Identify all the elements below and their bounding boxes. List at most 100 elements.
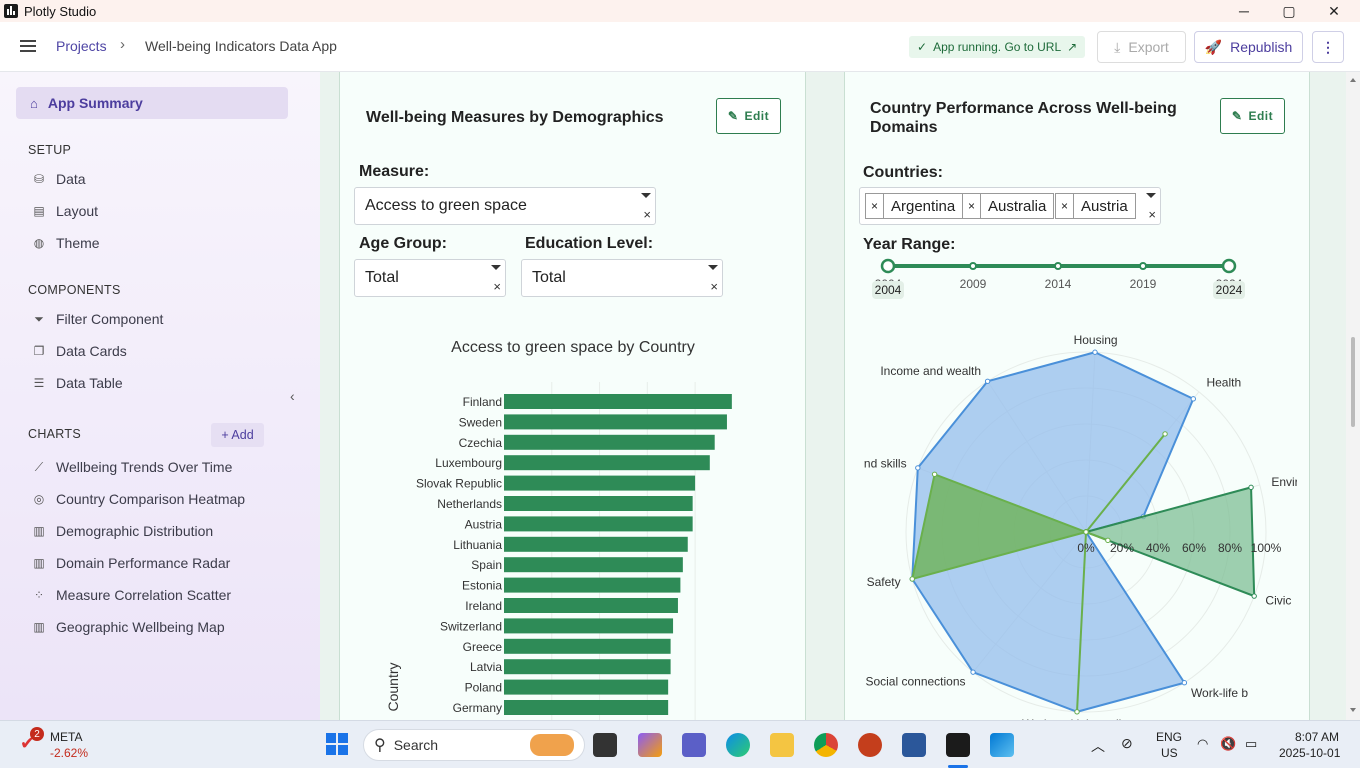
sidebar: ⌂ App Summary SETUP ⛁ Data ▤ Layout ◍ Theme… — [0, 72, 320, 720]
sidebar-item-wellbeing-trends[interactable]: ⟋ Wellbeing Trends Over Time — [32, 457, 233, 477]
copilot-icon[interactable] — [638, 733, 662, 757]
sidebar-item-theme[interactable]: ◍ Theme — [32, 233, 100, 253]
sidebar-item-layout[interactable]: ▤ Layout — [32, 201, 98, 221]
app-running-link[interactable]: ✓ App running. Go to URL ↗ — [909, 36, 1086, 58]
wifi-icon[interactable]: ◠ — [1197, 736, 1208, 752]
card-title-line: Domains — [870, 119, 938, 136]
sidebar-item-geographic-map[interactable]: ▥ Geographic Wellbeing Map — [32, 617, 224, 637]
category-label: Finland — [463, 395, 502, 409]
card-title-line: Country Performance Across Well-being — [870, 100, 1177, 117]
vertical-scrollbar[interactable] — [1346, 72, 1360, 720]
y-axis-label: Country — [385, 662, 401, 711]
plotly-studio-taskbar-icon[interactable] — [946, 733, 970, 757]
sidebar-item-country-heatmap[interactable]: ◎ Country Comparison Heatmap — [32, 489, 245, 509]
clear-icon[interactable]: × — [710, 279, 718, 294]
network-off-icon[interactable]: ⊘ — [1121, 735, 1133, 752]
export-button[interactable]: ⤓ Export — [1097, 31, 1186, 63]
windows-start-icon[interactable] — [326, 733, 348, 755]
scroll-thumb[interactable] — [1351, 337, 1355, 427]
chevron-down-icon[interactable] — [491, 265, 501, 270]
close-button[interactable]: ✕ — [1311, 0, 1357, 22]
sidebar-item-data[interactable]: ⛁ Data — [32, 169, 86, 189]
scroll-down-icon[interactable] — [1350, 708, 1356, 712]
edge-icon[interactable] — [726, 733, 750, 757]
measure-dropdown[interactable]: Access to green space × — [354, 187, 656, 225]
sidebar-item-app-summary[interactable]: ⌂ App Summary — [16, 87, 288, 119]
maximize-button[interactable]: ▢ — [1266, 0, 1312, 22]
demographics-card: Well-being Measures by Demographics ✎ Edi… — [339, 72, 806, 720]
teams-icon[interactable] — [682, 733, 706, 757]
education-level-dropdown[interactable]: Total × — [521, 259, 723, 297]
bar — [504, 475, 696, 491]
sidebar-item-domain-radar[interactable]: ▥ Domain Performance Radar — [32, 553, 230, 573]
country-chip[interactable]: × Argentina — [865, 193, 964, 219]
bar-chart-icon: ▥ — [33, 620, 45, 634]
more-options-button[interactable]: ⋮ — [1312, 31, 1344, 63]
word-icon[interactable] — [902, 733, 926, 757]
bar — [504, 700, 669, 715]
minimize-button[interactable]: ─ — [1221, 0, 1267, 22]
chip-label: Argentina — [891, 197, 956, 215]
clear-icon[interactable]: × — [493, 279, 501, 294]
chevron-down-icon[interactable] — [641, 193, 651, 198]
collapse-sidebar-icon[interactable]: ‹ — [290, 388, 295, 404]
bar — [504, 577, 681, 593]
category-label: Ireland — [465, 599, 502, 613]
category-label: Greece — [463, 640, 503, 654]
edit-button[interactable]: ✎ Edit — [716, 98, 781, 134]
file-explorer-icon[interactable] — [770, 733, 794, 757]
remove-chip-icon[interactable]: × — [866, 194, 884, 218]
breadcrumb-projects[interactable]: Projects — [56, 38, 107, 54]
radial-tick-label: 60% — [1182, 541, 1206, 555]
chevron-down-icon[interactable] — [1146, 193, 1156, 198]
clear-icon[interactable]: × — [643, 207, 651, 222]
language-primary[interactable]: ENG — [1156, 730, 1182, 744]
bar — [504, 394, 732, 409]
sidebar-item-label: Measure Correlation Scatter — [56, 587, 232, 603]
bar — [504, 516, 693, 532]
category-label: Czechia — [459, 436, 503, 450]
sidebar-item-correlation-scatter[interactable]: ⁘ Measure Correlation Scatter — [32, 585, 231, 605]
rocket-icon: 🚀 — [1204, 38, 1223, 55]
pencil-icon: ✎ — [1231, 109, 1243, 123]
country-chip[interactable]: × Australia — [962, 193, 1055, 219]
add-chart-button[interactable]: + Add — [211, 423, 264, 447]
sidebar-item-label: Data Table — [56, 375, 123, 391]
chrome-icon[interactable] — [814, 733, 838, 757]
powerpoint-icon[interactable] — [858, 733, 882, 757]
sidebar-item-data-table[interactable]: ☰ Data Table — [32, 373, 123, 393]
country-chip[interactable]: × Austria — [1055, 193, 1136, 219]
menu-icon[interactable] — [20, 40, 36, 52]
age-group-dropdown[interactable]: Total × — [354, 259, 506, 297]
clock-time[interactable]: 8:07 AM — [1295, 730, 1339, 744]
clock-date[interactable]: 2025-10-01 — [1279, 746, 1340, 760]
sidebar-item-filter-component[interactable]: ⏷ Filter Component — [32, 309, 163, 329]
sidebar-item-demographic-distribution[interactable]: ▥ Demographic Distribution — [32, 521, 213, 541]
slider-end-handle[interactable] — [1221, 258, 1237, 274]
radar-point — [915, 465, 921, 471]
slider-start-handle[interactable] — [880, 258, 896, 274]
photos-icon[interactable] — [990, 733, 1014, 757]
pencil-icon: ✎ — [727, 109, 739, 123]
stock-widget[interactable]: ✔ 2 — [18, 727, 46, 759]
task-view-icon[interactable] — [593, 733, 617, 757]
countries-multiselect[interactable]: × Argentina × Australia × Austria × — [859, 187, 1161, 225]
taskbar-search[interactable]: ⚲ Search — [363, 729, 585, 761]
slider-end-tooltip: 2024 — [1216, 283, 1243, 297]
clear-icon[interactable]: × — [1148, 207, 1156, 222]
republish-button[interactable]: 🚀 Republish — [1194, 31, 1303, 63]
category-label: Latvia — [470, 660, 502, 674]
scroll-up-icon[interactable] — [1350, 78, 1356, 82]
edit-button[interactable]: ✎ Edit — [1220, 98, 1285, 134]
remove-chip-icon[interactable]: × — [1056, 194, 1074, 218]
sidebar-item-data-cards[interactable]: ❐ Data Cards — [32, 341, 127, 361]
year-range-slider[interactable]: 2004 2009 2014 2019 2024 2004 2024 — [865, 254, 1265, 302]
remove-chip-icon[interactable]: × — [963, 194, 981, 218]
language-secondary[interactable]: US — [1161, 746, 1178, 760]
bar — [504, 679, 669, 695]
battery-icon[interactable]: ▭ — [1245, 736, 1257, 752]
chevron-up-icon[interactable]: ︿ — [1091, 736, 1105, 756]
chevron-down-icon[interactable] — [708, 265, 718, 270]
radar-point — [909, 576, 915, 582]
volume-muted-icon[interactable]: 🔇 — [1220, 736, 1236, 752]
